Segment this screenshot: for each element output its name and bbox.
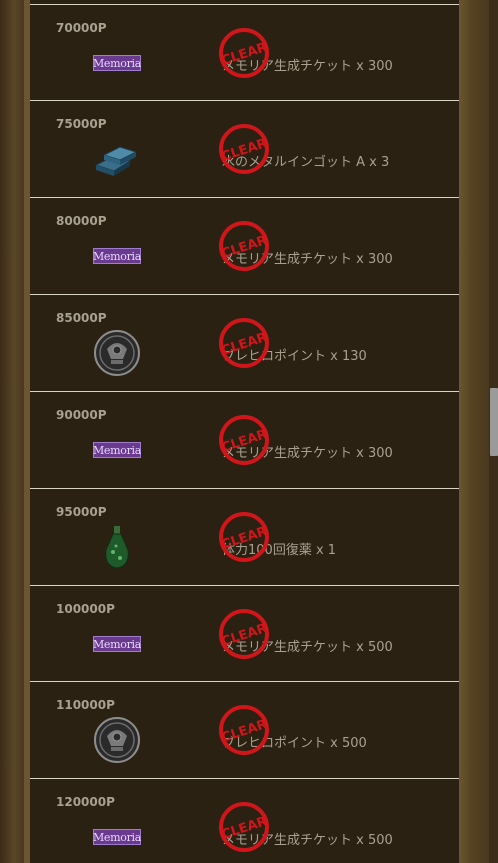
clear-stamp-icon: CLEAR [219, 512, 269, 562]
potion-icon [105, 526, 129, 569]
points-threshold: 70000P [56, 21, 107, 35]
reward-row: 90000P Memoria メモリア生成チケット x 300 CLEAR [30, 391, 459, 487]
reward-item-icon [92, 717, 142, 763]
reward-row: 80000P Memoria メモリア生成チケット x 300 CLEAR [30, 197, 459, 293]
reward-item-icon [92, 524, 142, 570]
points-threshold: 110000P [56, 698, 115, 712]
clear-stamp-icon: CLEAR [219, 415, 269, 465]
reward-row: 95000P 体力100回復薬 x 1 CLEAR [30, 488, 459, 584]
points-threshold: 75000P [56, 117, 107, 131]
clear-stamp-icon: CLEAR [219, 609, 269, 659]
scrollbar-thumb[interactable] [490, 388, 498, 456]
ingot-icon [94, 146, 138, 176]
points-threshold: 85000P [56, 311, 107, 325]
reward-item-icon: Memoria [92, 40, 142, 86]
reward-item-icon: Memoria [92, 427, 142, 473]
clear-stamp-icon: CLEAR [219, 318, 269, 368]
memoria-ticket-icon: Memoria [92, 248, 142, 264]
reward-item-icon [92, 330, 142, 376]
points-threshold: 80000P [56, 214, 107, 228]
points-threshold: 95000P [56, 505, 107, 519]
memoria-ticket-icon: Memoria [92, 55, 142, 71]
reward-row: 75000P 水のメタルインゴット A x 3 CLEAR [30, 100, 459, 196]
coin-icon [94, 717, 140, 763]
reward-item-icon: Memoria [92, 814, 142, 860]
points-threshold: 90000P [56, 408, 107, 422]
reward-item-icon: Memoria [92, 233, 142, 279]
clear-stamp-icon: CLEAR [219, 221, 269, 271]
coin-icon [94, 330, 140, 376]
clear-stamp-icon: CLEAR [219, 802, 269, 852]
reward-row: 85000P ブレヒロポイント x 130 CLEAR [30, 294, 459, 390]
reward-row: 120000P Memoria メモリア生成チケット x 500 CLEAR [30, 778, 459, 863]
reward-list: 70000P Memoria メモリア生成チケット x 300 CLEAR 75… [30, 0, 459, 863]
memoria-ticket-icon: Memoria [92, 636, 142, 652]
clear-stamp-icon: CLEAR [219, 705, 269, 755]
reward-item-icon [92, 136, 142, 182]
clear-stamp-icon: CLEAR [219, 28, 269, 78]
reward-row: 70000P Memoria メモリア生成チケット x 300 CLEAR [30, 4, 459, 100]
reward-item-icon: Memoria [92, 621, 142, 667]
clear-stamp-icon: CLEAR [219, 124, 269, 174]
reward-row: 110000P ブレヒロポイント x 500 CLEAR [30, 681, 459, 777]
left-frame [0, 0, 24, 863]
memoria-ticket-icon: Memoria [92, 829, 142, 845]
points-threshold: 120000P [56, 795, 115, 809]
memoria-ticket-icon: Memoria [92, 442, 142, 458]
points-threshold: 100000P [56, 602, 115, 616]
reward-row: 100000P Memoria メモリア生成チケット x 500 CLEAR [30, 585, 459, 681]
right-frame [459, 0, 489, 863]
